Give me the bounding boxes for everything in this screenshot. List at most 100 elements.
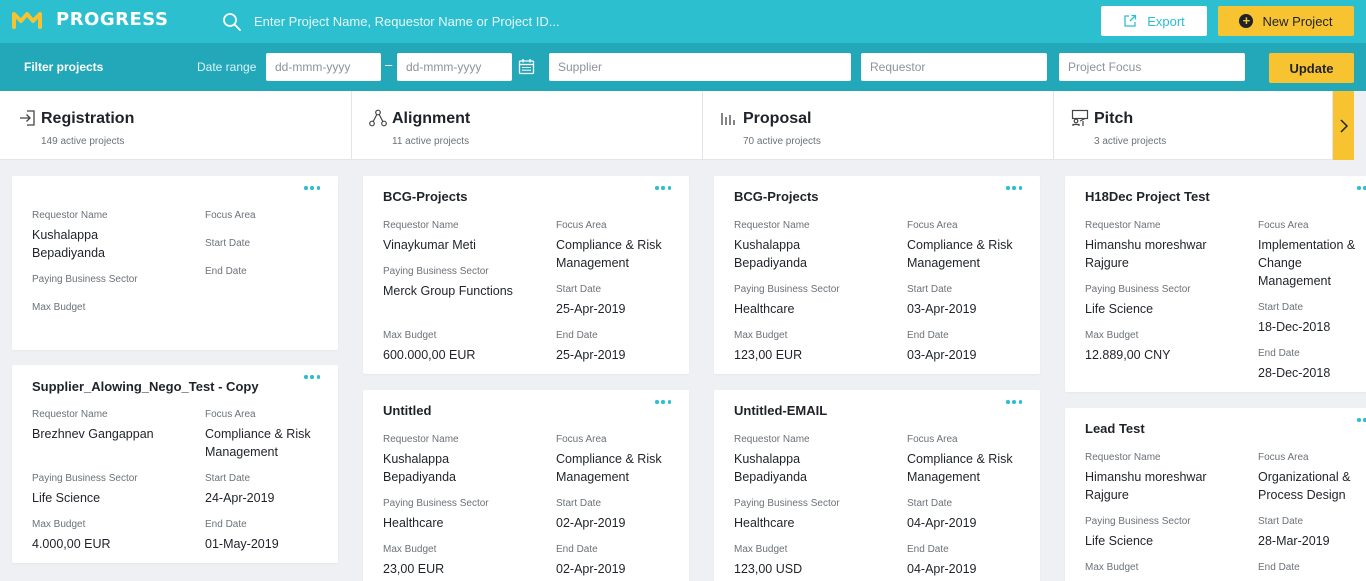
requestor-label: Requestor Name <box>32 409 108 420</box>
stage-pitch[interactable]: Pitch 3 active projects <box>1054 91 1333 160</box>
project-card[interactable]: H18Dec Project Test Requestor Name Himan… <box>1065 176 1366 392</box>
requestor-value: Kushalappa Bepadiyanda <box>734 452 807 484</box>
update-button[interactable]: Update <box>1269 53 1354 83</box>
export-label: Export <box>1147 13 1185 29</box>
start-date-label: Start Date <box>205 238 251 249</box>
more-options-icon[interactable] <box>655 186 671 190</box>
date-range-label: Date range <box>197 60 257 74</box>
budget-value: 123,00 USD <box>734 562 803 576</box>
search-input[interactable] <box>254 8 854 34</box>
export-button[interactable]: Export <box>1101 6 1207 36</box>
stage-proposal[interactable]: Proposal 70 active projects <box>703 91 1054 160</box>
project-title[interactable]: H18Dec Project Test <box>1085 189 1210 204</box>
start-date-label: Start Date <box>1258 302 1304 313</box>
end-date-label: End Date <box>907 330 949 341</box>
sector-label: Paying Business Sector <box>1085 284 1191 295</box>
next-stage-button[interactable] <box>1333 91 1354 160</box>
pitch-icon <box>1071 109 1089 126</box>
date-from-input[interactable] <box>266 53 381 81</box>
project-title[interactable]: Untitled <box>383 403 431 418</box>
more-options-icon[interactable] <box>1357 186 1366 190</box>
focus-label: Focus Area <box>556 220 607 231</box>
date-to-input[interactable] <box>397 53 512 81</box>
new-project-button[interactable]: + New Project <box>1218 6 1354 36</box>
project-title[interactable]: BCG-Projects <box>734 189 819 204</box>
project-card[interactable]: Untitled Requestor Name Kushalappa Bepad… <box>363 390 689 581</box>
more-options-icon[interactable] <box>1357 418 1366 422</box>
start-date-label: Start Date <box>556 498 602 509</box>
stage-alignment[interactable]: Alignment 11 active projects <box>352 91 703 160</box>
sector-value: Life Science <box>1085 534 1154 548</box>
project-card[interactable]: BCG-Projects Requestor Name Kushalappa B… <box>714 176 1040 374</box>
requestor-input[interactable] <box>861 53 1047 81</box>
start-date-value: 25-Apr-2019 <box>556 302 626 316</box>
budget-label: Max Budget <box>32 519 86 530</box>
stage-count: 3 active projects <box>1094 136 1167 147</box>
focus-value: Implementation & Change Management <box>1258 238 1356 288</box>
project-card[interactable]: Untitled-EMAIL Requestor Name Kushalappa… <box>714 390 1040 581</box>
brand-name: PROGRESS <box>56 9 169 30</box>
more-options-icon[interactable] <box>304 375 320 379</box>
top-bar: PROGRESS Export + New Project <box>0 0 1366 43</box>
start-date-value: 04-Apr-2019 <box>907 516 977 530</box>
app-logo[interactable]: PROGRESS <box>12 9 169 30</box>
start-date-value: 18-Dec-2018 <box>1258 320 1331 334</box>
requestor-value: Kushalappa Bepadiyanda <box>32 228 105 260</box>
sector-label: Paying Business Sector <box>734 284 840 295</box>
export-icon <box>1124 14 1137 27</box>
end-date-label: End Date <box>907 544 949 555</box>
project-card[interactable]: BCG-Projects Requestor Name Vinaykumar M… <box>363 176 689 374</box>
calendar-icon[interactable] <box>518 58 535 75</box>
end-date-label: End Date <box>1258 562 1300 573</box>
sector-label: Paying Business Sector <box>383 498 489 509</box>
project-title[interactable]: BCG-Projects <box>383 189 468 204</box>
budget-value: 23,00 EUR <box>383 562 445 576</box>
start-date-value: 03-Apr-2019 <box>907 302 977 316</box>
budget-label: Max Budget <box>383 330 437 341</box>
focus-value: Compliance & Risk Management <box>205 427 311 459</box>
stage-count: 70 active projects <box>743 136 821 147</box>
sector-value: Healthcare <box>734 302 795 316</box>
filter-bar: Filter projects Date range – Update <box>0 43 1366 91</box>
stage-count: 149 active projects <box>41 136 125 147</box>
end-date-label: End Date <box>1258 348 1300 359</box>
register-icon <box>20 110 35 126</box>
project-card[interactable]: Lead Test Requestor Name Himanshu moresh… <box>1065 408 1366 581</box>
requestor-value: Himanshu moreshwar Rajgure <box>1085 470 1207 502</box>
sector-label: Paying Business Sector <box>1085 516 1191 527</box>
search-icon[interactable] <box>222 12 242 32</box>
more-options-icon[interactable] <box>1006 186 1022 190</box>
requestor-value: Brezhnev Gangappan <box>32 427 154 441</box>
supplier-input[interactable] <box>549 53 851 81</box>
date-separator: – <box>385 57 393 72</box>
project-card[interactable]: Supplier_Alowing_Nego_Test - Copy Reques… <box>12 365 338 563</box>
focus-label: Focus Area <box>205 210 256 221</box>
focus-label: Focus Area <box>907 220 958 231</box>
requestor-label: Requestor Name <box>383 220 459 231</box>
more-options-icon[interactable] <box>1006 400 1022 404</box>
budget-value: 4.000,00 EUR <box>32 537 111 551</box>
requestor-label: Requestor Name <box>1085 220 1161 231</box>
plus-circle-icon: + <box>1239 14 1254 28</box>
project-title[interactable]: Untitled-EMAIL <box>734 403 827 418</box>
budget-label: Max Budget <box>734 544 788 555</box>
end-date-value: 03-Apr-2019 <box>907 348 977 362</box>
start-date-value: 02-Apr-2019 <box>556 516 626 530</box>
project-title[interactable]: Lead Test <box>1085 421 1145 436</box>
project-title[interactable]: Supplier_Alowing_Nego_Test - Copy <box>32 379 259 394</box>
start-date-label: Start Date <box>907 284 953 295</box>
stage-registration[interactable]: Registration 149 active projects <box>0 91 352 160</box>
project-focus-input[interactable] <box>1059 53 1245 81</box>
focus-value: Compliance & Risk Management <box>907 452 1013 484</box>
sector-value: Life Science <box>32 491 101 505</box>
focus-value: Compliance & Risk Management <box>556 238 662 270</box>
more-options-icon[interactable] <box>304 186 320 190</box>
budget-label: Max Budget <box>1085 562 1139 573</box>
start-date-value: 28-Mar-2019 <box>1258 534 1330 548</box>
more-options-icon[interactable] <box>655 400 671 404</box>
sector-value: Healthcare <box>383 516 444 530</box>
new-project-label: New Project <box>1262 13 1333 29</box>
project-card[interactable]: Requestor Name Kushalappa Bepadiyanda Fo… <box>12 176 338 350</box>
requestor-label: Requestor Name <box>734 434 810 445</box>
end-date-label: End Date <box>556 330 598 341</box>
